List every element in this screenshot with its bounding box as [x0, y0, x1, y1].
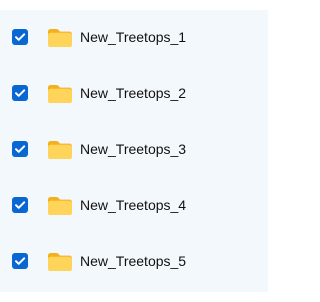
checkmark-icon: [15, 145, 26, 153]
file-list: New_Treetops_1 New_Treetops_2 New_Treeto…: [0, 10, 268, 292]
checkmark-icon: [15, 257, 26, 265]
folder-icon: [46, 195, 74, 217]
checkmark-icon: [15, 201, 26, 209]
checkmark-icon: [15, 89, 26, 97]
list-item[interactable]: New_Treetops_5: [0, 234, 268, 274]
list-item-label: New_Treetops_5: [80, 253, 187, 269]
checkbox-checked[interactable]: [12, 29, 28, 45]
folder-icon: [46, 139, 74, 161]
list-item[interactable]: New_Treetops_1: [0, 10, 268, 50]
list-item-label: New_Treetops_2: [80, 85, 187, 101]
checkbox-checked[interactable]: [12, 253, 28, 269]
checkbox-checked[interactable]: [12, 85, 28, 101]
checkmark-icon: [15, 33, 26, 41]
list-item-label: New_Treetops_1: [80, 29, 187, 45]
file-list-panel: New_Treetops_1 New_Treetops_2 New_Treeto…: [0, 0, 268, 302]
checkbox-checked[interactable]: [12, 197, 28, 213]
list-item-label: New_Treetops_3: [80, 141, 187, 157]
list-item[interactable]: New_Treetops_4: [0, 178, 268, 218]
folder-icon: [46, 83, 74, 105]
list-item[interactable]: New_Treetops_2: [0, 66, 268, 106]
folder-icon: [46, 251, 74, 273]
checkbox-checked[interactable]: [12, 141, 28, 157]
list-item-label: New_Treetops_4: [80, 197, 187, 213]
list-item[interactable]: New_Treetops_3: [0, 122, 268, 162]
folder-icon: [46, 27, 74, 49]
